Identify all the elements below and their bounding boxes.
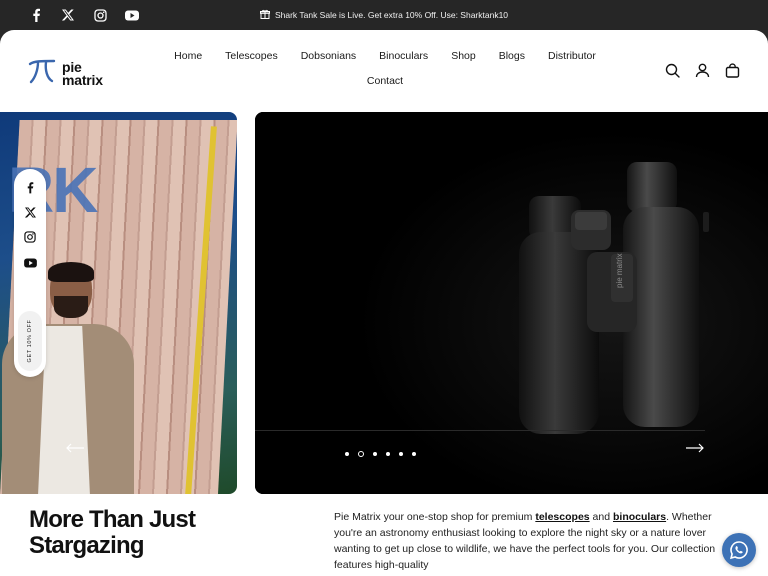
intro-text-1: Pie Matrix your one-stop shop for premiu… (334, 511, 536, 523)
previous-slide-button[interactable] (64, 438, 86, 458)
main-panel: pie matrix Home Telescopes Dobsonians Bi… (0, 30, 768, 576)
nav-item-shop[interactable]: Shop (451, 50, 476, 62)
hero-slide-current[interactable]: pie matrix (255, 112, 768, 494)
announcement[interactable]: Shark Tank Sale is Live. Get extra 10% O… (0, 9, 768, 21)
main-nav: Home Telescopes Dobsonians Binoculars Sh… (160, 50, 610, 87)
telescopes-link[interactable]: telescopes (535, 511, 589, 523)
nav-item-blogs[interactable]: Blogs (499, 50, 525, 62)
logo[interactable]: pie matrix (28, 58, 103, 89)
slide-dot-5[interactable] (399, 452, 403, 456)
nav-item-dobsonians[interactable]: Dobsonians (301, 50, 356, 62)
logo-line-2: matrix (62, 71, 103, 88)
youtube-icon[interactable] (22, 255, 38, 271)
binoculars-link[interactable]: binoculars (613, 511, 666, 523)
instagram-icon[interactable] (22, 229, 38, 245)
announcement-text: Shark Tank Sale is Live. Get extra 10% O… (274, 10, 509, 20)
svg-text:pie matrix: pie matrix (615, 253, 624, 288)
nav-item-distributor[interactable]: Distributor (548, 50, 596, 62)
search-icon[interactable] (664, 62, 680, 78)
binoculars-image: pie matrix (255, 112, 768, 494)
slide-divider (255, 430, 705, 431)
nav-item-home[interactable]: Home (174, 50, 202, 62)
cart-icon[interactable] (724, 62, 740, 78)
person-beard (54, 296, 88, 318)
intro-paragraph: Pie Matrix your one-stop shop for premiu… (334, 509, 734, 573)
get-discount-tab[interactable]: GET 10% OFF (18, 311, 42, 371)
slide-dot-6[interactable] (412, 452, 416, 456)
floating-social-bar: GET 10% OFF (14, 169, 46, 377)
intro-heading: More Than Just (29, 506, 196, 533)
slide-pagination (345, 451, 416, 457)
pi-logo-icon (28, 58, 58, 89)
arrow-right-icon (686, 443, 704, 453)
facebook-icon[interactable] (22, 179, 38, 195)
nav-item-contact[interactable]: Contact (367, 75, 403, 87)
whatsapp-chat-button[interactable] (722, 533, 756, 567)
intro-heading-line-2: Stargazing (29, 532, 144, 559)
x-icon[interactable] (22, 204, 38, 220)
next-slide-button[interactable] (684, 438, 706, 458)
slide-dot-2[interactable] (358, 451, 364, 457)
account-icon[interactable] (694, 62, 710, 78)
person-hair (48, 262, 94, 282)
nav-row-2: Contact (160, 75, 610, 87)
gift-icon (259, 9, 270, 21)
arrow-left-icon (66, 443, 84, 453)
promo-label: GET 10% OFF (27, 319, 33, 363)
nav-item-telescopes[interactable]: Telescopes (225, 50, 278, 62)
slide-dot-4[interactable] (386, 452, 390, 456)
whatsapp-icon (730, 541, 748, 560)
intro-text-2: and (589, 511, 613, 523)
logo-wordmark: pie matrix (62, 60, 103, 88)
slide-dot-3[interactable] (373, 452, 377, 456)
slide-dot-1[interactable] (345, 452, 349, 456)
nav-row-1: Home Telescopes Dobsonians Binoculars Sh… (160, 50, 610, 62)
header-actions (664, 62, 740, 78)
announcement-bar: Shark Tank Sale is Live. Get extra 10% O… (0, 0, 768, 30)
nav-item-binoculars[interactable]: Binoculars (379, 50, 428, 62)
